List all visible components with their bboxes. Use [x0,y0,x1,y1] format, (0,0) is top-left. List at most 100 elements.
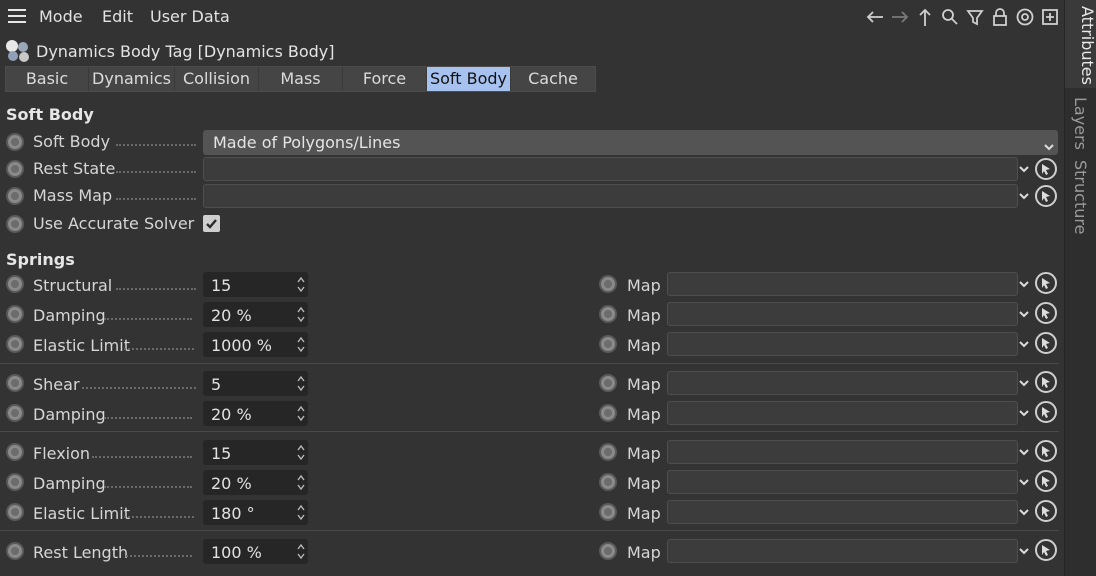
chevron-down-icon[interactable] [1017,374,1031,392]
filter-icon[interactable] [964,6,985,27]
map-link-field[interactable] [667,470,1018,494]
pick-object-icon[interactable] [1035,401,1057,423]
chevron-down-icon[interactable] [1017,335,1031,353]
map-link-field[interactable] [667,401,1018,425]
tab-dynamics[interactable]: Dynamics [89,67,175,91]
hamburger-menu-icon[interactable] [8,9,26,23]
spring-param-row: Structural 15 Map [0,272,1064,298]
side-tab-structure[interactable]: Structure [1071,160,1090,234]
value-field[interactable]: 180 ° [203,500,308,525]
map-link-field[interactable] [667,272,1018,296]
animate-toggle-icon[interactable] [599,503,617,521]
chevron-down-icon[interactable] [1017,160,1031,178]
menu-mode[interactable]: Mode [39,7,83,26]
value-field[interactable]: 20 % [203,401,308,426]
animate-toggle-icon[interactable] [6,404,24,422]
value-field[interactable]: 100 % [203,539,308,564]
tab-basic[interactable]: Basic [6,67,89,91]
map-link-field[interactable] [667,539,1018,563]
value-field[interactable]: 20 % [203,470,308,495]
value-field[interactable]: 1000 % [203,332,308,357]
animate-toggle-icon[interactable] [599,335,617,353]
pick-object-icon[interactable] [1035,272,1057,294]
animate-toggle-icon[interactable] [6,335,24,353]
accurate-solver-checkbox[interactable] [203,215,220,232]
side-tab-layers[interactable]: Layers [1071,97,1090,150]
search-icon[interactable] [939,6,960,27]
map-link-field[interactable] [667,440,1018,464]
pick-object-icon[interactable] [1035,158,1057,180]
pick-object-icon[interactable] [1035,185,1057,207]
forward-arrow-icon[interactable] [889,6,910,27]
map-link-field[interactable] [667,332,1018,356]
chevron-down-icon[interactable] [1017,305,1031,323]
animate-toggle-icon[interactable] [6,305,24,323]
spinner-arrows-icon[interactable] [297,474,305,491]
pick-object-icon[interactable] [1035,440,1057,462]
animate-toggle-icon[interactable] [6,542,24,560]
animate-toggle-icon[interactable] [599,404,617,422]
pick-object-icon[interactable] [1035,332,1057,354]
menu-user-data[interactable]: User Data [150,7,230,26]
chevron-down-icon[interactable] [1017,275,1031,293]
spinner-arrows-icon[interactable] [297,276,305,293]
animate-toggle-icon[interactable] [6,374,24,392]
tab-soft-body[interactable]: Soft Body [427,67,511,91]
value-field[interactable]: 15 [203,440,308,465]
tab-mass[interactable]: Mass [259,67,343,91]
up-arrow-icon[interactable] [914,6,935,27]
animate-toggle-icon[interactable] [6,187,24,205]
map-link-field[interactable] [667,302,1018,326]
animate-toggle-icon[interactable] [6,503,24,521]
value-field[interactable]: 5 [203,371,308,396]
lock-icon[interactable] [989,6,1010,27]
animate-toggle-icon[interactable] [6,133,24,151]
spinner-arrows-icon[interactable] [297,405,305,422]
section-springs-heading: Springs [6,250,75,269]
pick-object-icon[interactable] [1035,539,1057,561]
animate-toggle-icon[interactable] [599,473,617,491]
tab-force[interactable]: Force [343,67,427,91]
spinner-arrows-icon[interactable] [297,543,305,560]
animate-toggle-icon[interactable] [599,275,617,293]
animate-toggle-icon[interactable] [6,443,24,461]
spinner-arrows-icon[interactable] [297,444,305,461]
pick-object-icon[interactable] [1035,302,1057,324]
menu-edit[interactable]: Edit [102,7,133,26]
tab-collision[interactable]: Collision [175,67,259,91]
spinner-arrows-icon[interactable] [297,336,305,353]
chevron-down-icon[interactable] [1017,503,1031,521]
animate-toggle-icon[interactable] [599,443,617,461]
new-window-icon[interactable] [1039,6,1060,27]
rest-state-link-field[interactable] [203,157,1018,181]
target-icon[interactable] [1014,6,1035,27]
animate-toggle-icon[interactable] [6,160,24,178]
param-label: Soft Body [33,132,111,151]
value-field[interactable]: 15 [203,272,308,297]
animate-toggle-icon[interactable] [599,542,617,560]
chevron-down-icon[interactable] [1017,404,1031,422]
map-link-field[interactable] [667,500,1018,524]
spinner-arrows-icon[interactable] [297,375,305,392]
soft-body-dropdown[interactable]: Made of Polygons/Lines [203,130,1058,155]
value-field[interactable]: 20 % [203,302,308,327]
map-link-field[interactable] [667,371,1018,395]
side-tab-attributes[interactable]: Attributes [1065,0,1096,88]
pick-object-icon[interactable] [1035,500,1057,522]
animate-toggle-icon[interactable] [6,275,24,293]
animate-toggle-icon[interactable] [6,473,24,491]
back-arrow-icon[interactable] [864,6,885,27]
chevron-down-icon[interactable] [1017,443,1031,461]
pick-object-icon[interactable] [1035,371,1057,393]
chevron-down-icon[interactable] [1017,473,1031,491]
spinner-arrows-icon[interactable] [297,504,305,521]
spinner-arrows-icon[interactable] [297,306,305,323]
animate-toggle-icon[interactable] [6,215,24,233]
pick-object-icon[interactable] [1035,470,1057,492]
chevron-down-icon[interactable] [1017,542,1031,560]
animate-toggle-icon[interactable] [599,374,617,392]
animate-toggle-icon[interactable] [599,305,617,323]
chevron-down-icon[interactable] [1017,187,1031,205]
tab-cache[interactable]: Cache [511,67,595,91]
mass-map-link-field[interactable] [203,184,1018,208]
